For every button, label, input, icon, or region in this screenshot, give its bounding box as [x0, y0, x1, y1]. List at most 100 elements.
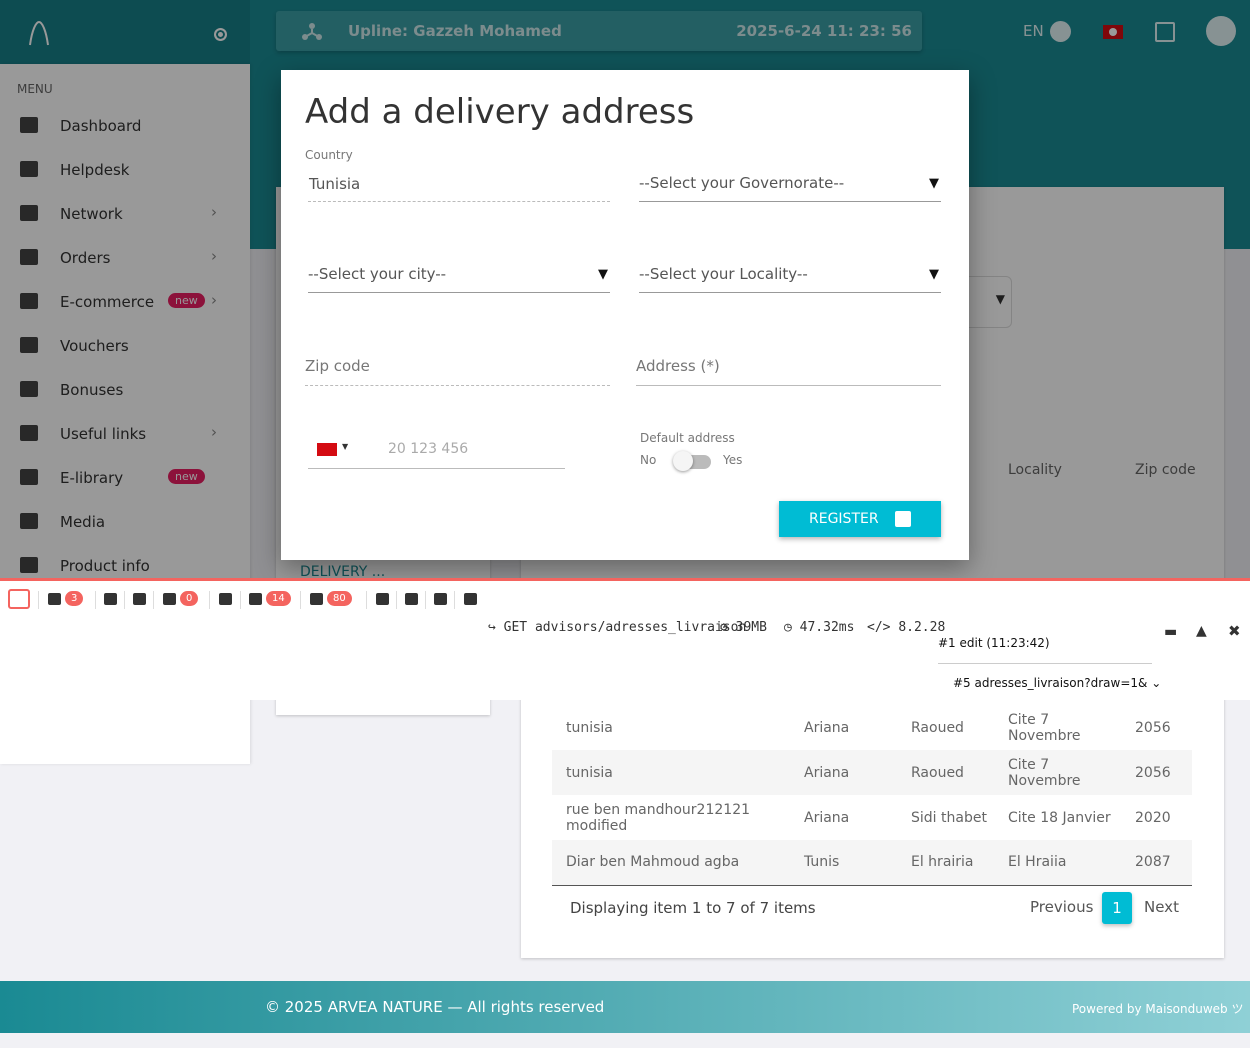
table-cell: El Hraiia [994, 840, 1121, 886]
table-cell: El hrairia [897, 840, 994, 886]
zip-placeholder: Zip code [305, 357, 370, 375]
queries-tab[interactable]: 14 [249, 591, 291, 609]
table-cell: Diar ben Mahmoud agba [552, 840, 790, 886]
country-value: Tunisia [309, 175, 361, 193]
register-label: REGISTER [809, 511, 879, 527]
archive-icon [434, 592, 447, 605]
models-count: 80 [327, 591, 352, 606]
toggle-yes-label: Yes [723, 453, 743, 467]
route-tab[interactable] [219, 591, 232, 609]
save-icon [895, 511, 911, 527]
debug-bar: 3 0 14 80 ↪ GET advisors/adresses_livrai… [0, 578, 1250, 700]
locality-placeholder: --Select your Locality-- [639, 265, 808, 283]
request-icon [405, 592, 418, 605]
default-address-label: Default address [640, 431, 735, 445]
phone-placeholder: 20 123 456 [388, 441, 469, 457]
table-cell: tunisia [566, 764, 613, 781]
request-info: ↪ GET advisors/adresses_livraison [488, 620, 747, 635]
city-placeholder: --Select your city-- [308, 265, 447, 283]
dropdown-arrow-icon: ▼ [598, 267, 608, 282]
table-cell: Raoued [911, 764, 964, 781]
inbox-icon [376, 592, 389, 605]
table-cell: Cite 7 Novembre [1008, 756, 1081, 789]
ajax-request-text: #5 adresses_livraison?draw=1& [953, 676, 1148, 690]
history-current: #1 edit (11:23:42) [938, 636, 1050, 650]
leaf-icon [163, 592, 176, 605]
table-cell: rue ben mandhour212121 modified [566, 801, 751, 834]
laravel-logo-icon[interactable] [8, 589, 30, 609]
address-field[interactable]: Address (*) [636, 356, 941, 386]
chevron-down-icon: ⌄ [1151, 676, 1162, 690]
phone-field[interactable]: ▼ 20 123 456 [308, 439, 565, 469]
zip-field[interactable]: Zip code [305, 356, 610, 386]
memory-info: ⚙ 39MB [720, 620, 767, 635]
governorate-select[interactable]: --Select your Governorate-- ▼ [639, 172, 941, 202]
pagination-info: Displaying item 1 to 7 of 7 items [570, 899, 816, 917]
time-info: ◷ 47.32ms [784, 620, 855, 635]
previous-button[interactable]: Previous [1030, 898, 1093, 916]
table-cell: Ariana [804, 764, 850, 781]
views-count: 0 [180, 591, 199, 606]
exceptions-tab[interactable] [133, 591, 146, 609]
request-history-select[interactable]: #1 edit (11:23:42) [938, 636, 1152, 664]
mail-tab[interactable] [376, 591, 389, 609]
caret-down-icon[interactable]: ▼ [342, 442, 348, 451]
table-cell: Raoued [911, 719, 964, 736]
table-cell: Cite 18 Janvier [1008, 809, 1111, 826]
page-1-button[interactable]: 1 [1102, 892, 1132, 924]
messages-icon [48, 592, 61, 605]
table-cell: 2056 [1135, 764, 1171, 781]
time-text: 47.32ms [799, 620, 855, 635]
table-cell: 2020 [1135, 809, 1171, 826]
city-select[interactable]: --Select your city-- ▼ [308, 263, 610, 293]
folder-open-icon[interactable]: ▬ [1164, 624, 1177, 640]
dropdown-arrow-icon: ▼ [929, 176, 939, 191]
table-row[interactable]: tunisia Ariana Raoued Cite 7 Novembre 2056 [552, 750, 1192, 795]
next-button[interactable]: Next [1144, 898, 1179, 916]
powered-by-link[interactable]: Powered by Maisonduweb ツ [1072, 1000, 1243, 1017]
toggle-no-label: No [640, 453, 657, 467]
table-cell: Ariana [804, 719, 850, 736]
cubes-icon [310, 592, 323, 605]
table-cell: Cite 7 Novembre [1008, 711, 1081, 744]
country-field[interactable]: Tunisia [308, 172, 610, 202]
php-info: </> 8.2.28 [867, 620, 946, 635]
bug-icon [133, 592, 146, 605]
register-button[interactable]: REGISTER [779, 501, 941, 537]
table-cell: tunisia [566, 719, 613, 736]
close-icon[interactable]: ✖ [1228, 622, 1241, 640]
table-cell: 2056 [1135, 719, 1171, 736]
request-text: GET advisors/adresses_livraison [503, 620, 747, 635]
table-row[interactable]: Diar ben Mahmoud agba Tunis El hrairia El H… [552, 840, 1192, 886]
governorate-placeholder: --Select your Governorate-- [639, 174, 845, 192]
locality-select[interactable]: --Select your Locality-- ▼ [639, 263, 941, 293]
table-cell: 2087 [1121, 840, 1192, 886]
messages-count: 3 [65, 591, 84, 606]
views-tab[interactable]: 0 [163, 591, 199, 609]
modal-title: Add a delivery address [305, 92, 695, 132]
session-tab[interactable] [434, 591, 447, 609]
footer [0, 981, 1250, 1033]
tunisia-flag-icon[interactable] [317, 443, 337, 456]
table-cell: Tunis [790, 840, 897, 886]
database-icon [249, 592, 262, 605]
tags-icon [464, 592, 477, 605]
chevron-up-icon[interactable]: ▲ [1196, 623, 1207, 639]
default-toggle-knob[interactable] [673, 451, 693, 471]
messages-tab[interactable]: 3 [48, 591, 84, 609]
add-address-modal: Add a delivery address Country Tunisia -… [281, 70, 969, 560]
php-version: 8.2.28 [898, 620, 946, 635]
request-tab[interactable] [405, 591, 418, 609]
queries-count: 14 [266, 591, 291, 606]
address-placeholder: Address (*) [636, 357, 720, 375]
table-row[interactable]: rue ben mandhour212121 modified Ariana Sid… [552, 795, 1192, 840]
dropdown-arrow-icon: ▼ [929, 267, 939, 282]
models-tab[interactable]: 80 [310, 591, 352, 609]
share-icon [219, 592, 232, 605]
timeline-tab[interactable] [104, 591, 117, 609]
table-cell: Sidi thabet [911, 809, 987, 826]
ajax-request-select[interactable]: #5 adresses_livraison?draw=1& ⌄ [953, 676, 1161, 690]
memory-text: 39MB [735, 620, 767, 635]
table-row[interactable]: tunisia Ariana Raoued Cite 7 Novembre 2056 [552, 705, 1192, 750]
tags-tab[interactable] [464, 591, 477, 609]
